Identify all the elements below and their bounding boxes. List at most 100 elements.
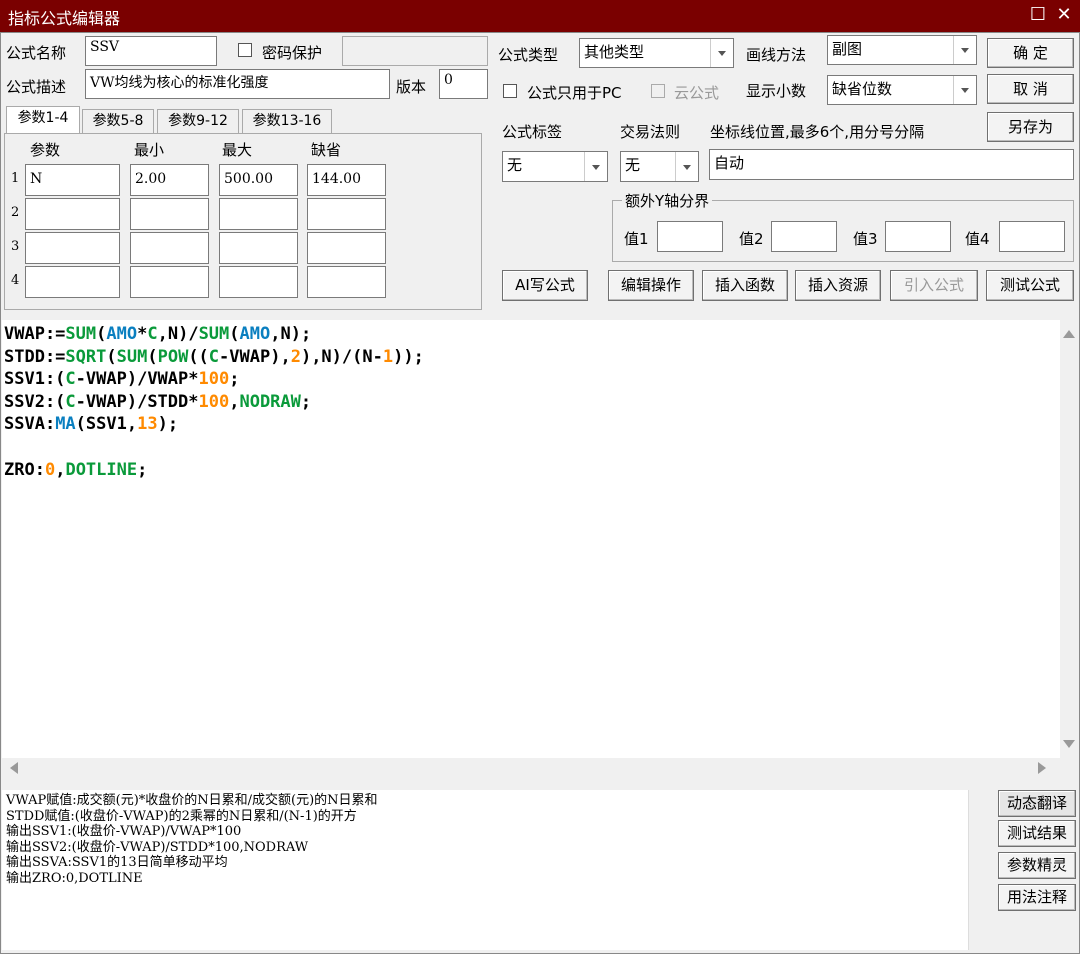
code-line[interactable]: SSV2:(C-VWAP)/STDD*100,NODRAW; [4, 392, 311, 412]
tab-params-13-16[interactable]: 参数13-16 [242, 109, 332, 133]
tab-params-5-8[interactable]: 参数5-8 [82, 109, 154, 133]
code-token: STDD:= [4, 346, 66, 367]
y3-input[interactable] [885, 221, 951, 252]
extra-y-axis-title: 额外Y轴分界 [622, 190, 713, 211]
import-formula-button[interactable]: 引入公式 [890, 270, 978, 301]
code-line[interactable]: SSVA:MA(SSV1,13); [4, 414, 178, 434]
code-token: 1 [382, 346, 394, 367]
ok-button[interactable]: 确 定 [987, 38, 1074, 68]
ai-write-formula-button[interactable]: AI写公式 [502, 270, 588, 301]
param-min-input[interactable] [130, 266, 209, 298]
param-min-input[interactable]: 2.00 [130, 164, 209, 196]
translation-line: 输出ZRO:0,DOTLINE [6, 870, 143, 886]
param-header-name: 参数 [30, 141, 61, 159]
edit-operations-button[interactable]: 编辑操作 [608, 270, 694, 301]
param-min-input[interactable] [130, 198, 209, 230]
code-token: ,N); [270, 324, 312, 344]
tag-label: 公式标签 [502, 123, 563, 141]
param-name-input[interactable] [25, 198, 120, 230]
code-token: 2 [290, 346, 301, 367]
translation-line: 输出SSV1:(收盘价-VWAP)/VWAP*100 [6, 824, 242, 839]
version-input[interactable]: 0 [439, 69, 488, 99]
close-icon[interactable]: ✕ [1053, 3, 1075, 27]
y2-input[interactable] [771, 221, 837, 252]
usage-notes-button[interactable]: 用法注释 [998, 884, 1076, 911]
tab-params-9-12[interactable]: 参数9-12 [157, 109, 239, 133]
pc-only-checkbox[interactable] [503, 84, 517, 98]
output-scrollbar[interactable] [968, 790, 992, 950]
draw-method-value: 副图 [832, 40, 863, 58]
param-name-input[interactable]: N [25, 164, 120, 196]
y3-label: 值3 [853, 230, 878, 248]
param-wizard-button[interactable]: 参数精灵 [998, 852, 1076, 879]
chevron-down-icon [953, 76, 976, 104]
version-label: 版本 [396, 78, 427, 96]
param-def-input[interactable] [307, 198, 386, 230]
translation-line: VWAP赋值:成交额(元)*收盘价的N日累和/成交额(元)的N日累和 [6, 793, 378, 808]
test-result-button[interactable]: 测试结果 [998, 820, 1076, 847]
code-line[interactable]: ZRO:0,DOTLINE; [4, 460, 147, 480]
password-input[interactable] [342, 36, 488, 66]
code-line[interactable]: VWAP:=SUM(AMO*C,N)/SUM(AMO,N); [4, 324, 311, 344]
cancel-button[interactable]: 取 消 [987, 74, 1074, 104]
code-token: 13 [137, 414, 158, 435]
code-token: ); [157, 414, 179, 435]
formula-type-select[interactable]: 其他类型 [579, 38, 734, 68]
param-def-input[interactable] [307, 266, 386, 298]
code-token: DOTLINE [65, 459, 138, 480]
code-token: ( [96, 324, 107, 344]
param-def-input[interactable]: 144.00 [307, 164, 386, 196]
code-token: (( [188, 346, 209, 367]
y1-input[interactable] [657, 221, 723, 252]
param-row-index: 4 [11, 273, 20, 288]
save-as-button[interactable]: 另存为 [987, 112, 1074, 142]
param-name-input[interactable] [25, 266, 120, 298]
decimals-select[interactable]: 缺省位数 [827, 75, 977, 105]
param-name-input[interactable] [25, 232, 120, 264]
code-token: VWAP:= [4, 324, 66, 344]
scroll-down-icon[interactable] [1063, 740, 1075, 748]
code-token: ; [300, 391, 312, 412]
trade-rule-label: 交易法则 [620, 123, 681, 141]
code-token: ; [229, 369, 240, 390]
insert-resource-button[interactable]: 插入资源 [795, 270, 881, 301]
scroll-left-icon[interactable] [10, 762, 18, 774]
tag-select[interactable]: 无 [502, 151, 608, 182]
param-max-input[interactable] [219, 232, 298, 264]
cloud-label: 云公式 [674, 84, 720, 102]
scroll-up-icon[interactable] [1063, 330, 1075, 338]
insert-function-button[interactable]: 插入函数 [702, 270, 788, 301]
decimals-label: 显示小数 [746, 82, 807, 100]
y4-input[interactable] [999, 221, 1065, 252]
param-max-input[interactable] [219, 198, 298, 230]
param-min-input[interactable] [130, 232, 209, 264]
draw-method-select[interactable]: 副图 [827, 35, 977, 65]
dynamic-translate-button[interactable]: 动态翻译 [998, 790, 1076, 817]
trade-rule-value: 无 [625, 156, 641, 174]
cloud-checkbox[interactable] [651, 84, 665, 98]
formula-name-input[interactable]: SSV [85, 36, 217, 66]
param-def-input[interactable] [307, 232, 386, 264]
coord-line-input[interactable]: 自动 [709, 149, 1074, 180]
trade-rule-select[interactable]: 无 [620, 151, 699, 182]
param-header-max: 最大 [222, 141, 253, 159]
maximize-icon[interactable]: ☐ [1027, 3, 1049, 27]
code-line[interactable]: STDD:=SQRT(SUM(POW((C-VWAP),2),N)/(N-1))… [4, 347, 424, 367]
password-checkbox[interactable] [238, 43, 252, 57]
formula-desc-input[interactable]: VW均线为核心的标准化强度 [85, 69, 390, 99]
code-editor[interactable]: VWAP:=SUM(AMO*C,N)/SUM(AMO,N); STDD:=SQRT… [2, 320, 1060, 758]
param-max-input[interactable]: 500.00 [219, 164, 298, 196]
editor-vertical-scrollbar[interactable] [1060, 320, 1078, 758]
param-max-input[interactable] [219, 266, 298, 298]
chevron-down-icon [675, 152, 698, 181]
tab-params-1-4[interactable]: 参数1-4 [6, 106, 80, 134]
scroll-right-icon[interactable] [1038, 762, 1046, 774]
test-formula-button[interactable]: 测试公式 [986, 270, 1074, 301]
code-token: SUM [198, 324, 230, 344]
formula-type-value: 其他类型 [584, 43, 645, 61]
code-token: ),N)/(N- [300, 346, 383, 367]
code-line[interactable]: SSV1:(C-VWAP)/VWAP*100; [4, 369, 239, 389]
code-token: 100 [198, 391, 230, 412]
editor-horizontal-scrollbar[interactable] [2, 758, 1060, 778]
code-token: AMO [239, 324, 271, 344]
